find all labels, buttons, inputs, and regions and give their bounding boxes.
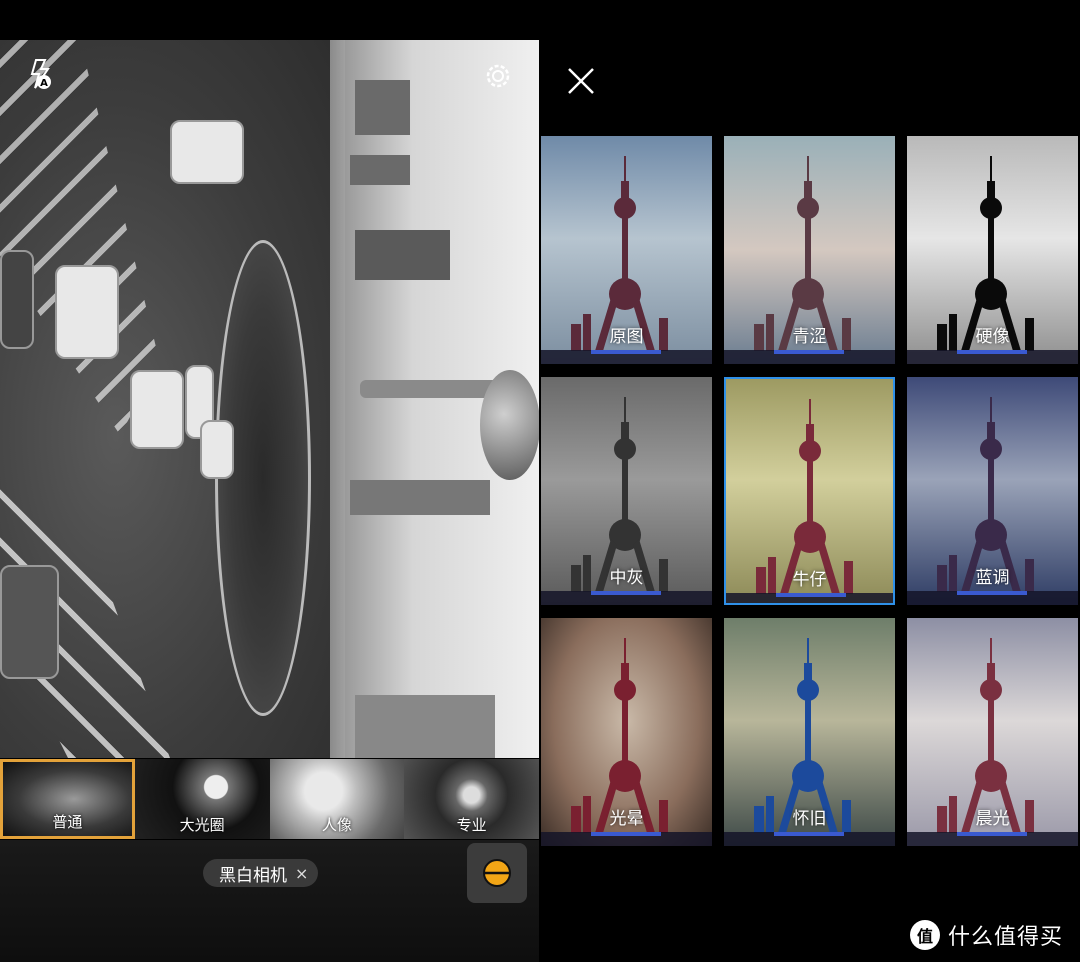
car (0, 250, 34, 349)
mode-pro[interactable]: 专业 (404, 759, 539, 839)
watermark-text: 什么值得买 (948, 925, 1064, 950)
car (200, 420, 234, 479)
car (170, 120, 244, 184)
filter-name: 原图 (609, 327, 644, 347)
building (355, 695, 495, 758)
filter-thumb-morning[interactable]: 晨光 (907, 618, 1078, 846)
filter-thumb-halo[interactable]: 光晕 (541, 618, 712, 846)
roundabout-island (215, 240, 311, 716)
watermark-mark: 值 (910, 920, 940, 950)
filter-thumb-hard[interactable]: 硬像 (907, 136, 1078, 364)
gear-icon[interactable] (482, 60, 514, 92)
close-icon[interactable] (566, 66, 596, 96)
camera-panel: A 普通 大光圈 人像 专业 黑白相机 × (0, 0, 539, 962)
filter-chip[interactable]: 黑白相机 × (203, 859, 319, 887)
filter-name: 牛仔 (792, 570, 827, 590)
filter-thumb-tender[interactable]: 青涩 (724, 136, 895, 364)
building (355, 80, 410, 135)
mode-wide-aperture[interactable]: 大光圈 (134, 759, 270, 839)
svg-text:A: A (40, 78, 48, 89)
camera-mode-strip: 普通 大光圈 人像 专业 (0, 759, 539, 839)
filter-name: 蓝调 (975, 568, 1010, 588)
mode-normal[interactable]: 普通 (0, 759, 135, 839)
filter-name: 硬像 (975, 327, 1010, 347)
filter-toggle-icon (483, 859, 511, 887)
building (350, 155, 410, 185)
building (350, 480, 490, 515)
mode-portrait[interactable]: 人像 (269, 759, 405, 839)
car (130, 370, 184, 449)
filter-name: 晨光 (975, 809, 1010, 829)
filter-name: 中灰 (609, 568, 644, 588)
site-watermark: 值 什么值得买 (910, 919, 1063, 951)
filter-thumb-blue[interactable]: 蓝调 (907, 377, 1078, 605)
mode-label: 人像 (321, 816, 352, 834)
mode-label: 大光圈 (179, 816, 225, 834)
mode-label: 普通 (52, 813, 83, 831)
filter-toggle-button[interactable] (467, 843, 527, 903)
filter-thumb-original[interactable]: 原图 (541, 136, 712, 364)
tower-sphere (480, 370, 539, 480)
flash-auto-icon[interactable]: A (28, 58, 58, 94)
filter-thumb-grey[interactable]: 中灰 (541, 377, 712, 605)
car (55, 265, 119, 359)
filter-name: 光晕 (609, 809, 644, 829)
camera-viewfinder[interactable] (0, 40, 539, 758)
filter-thumb-nostalgia[interactable]: 怀旧 (724, 618, 895, 846)
filter-chip-label: 黑白相机 (219, 865, 287, 886)
car (0, 565, 59, 679)
filter-name: 青涩 (792, 327, 827, 347)
building (355, 230, 450, 280)
mode-label: 专业 (456, 816, 487, 834)
filter-name: 怀旧 (792, 809, 827, 829)
chip-close-icon[interactable]: × (295, 864, 308, 883)
filter-thumb-denim[interactable]: 牛仔 (724, 377, 895, 605)
